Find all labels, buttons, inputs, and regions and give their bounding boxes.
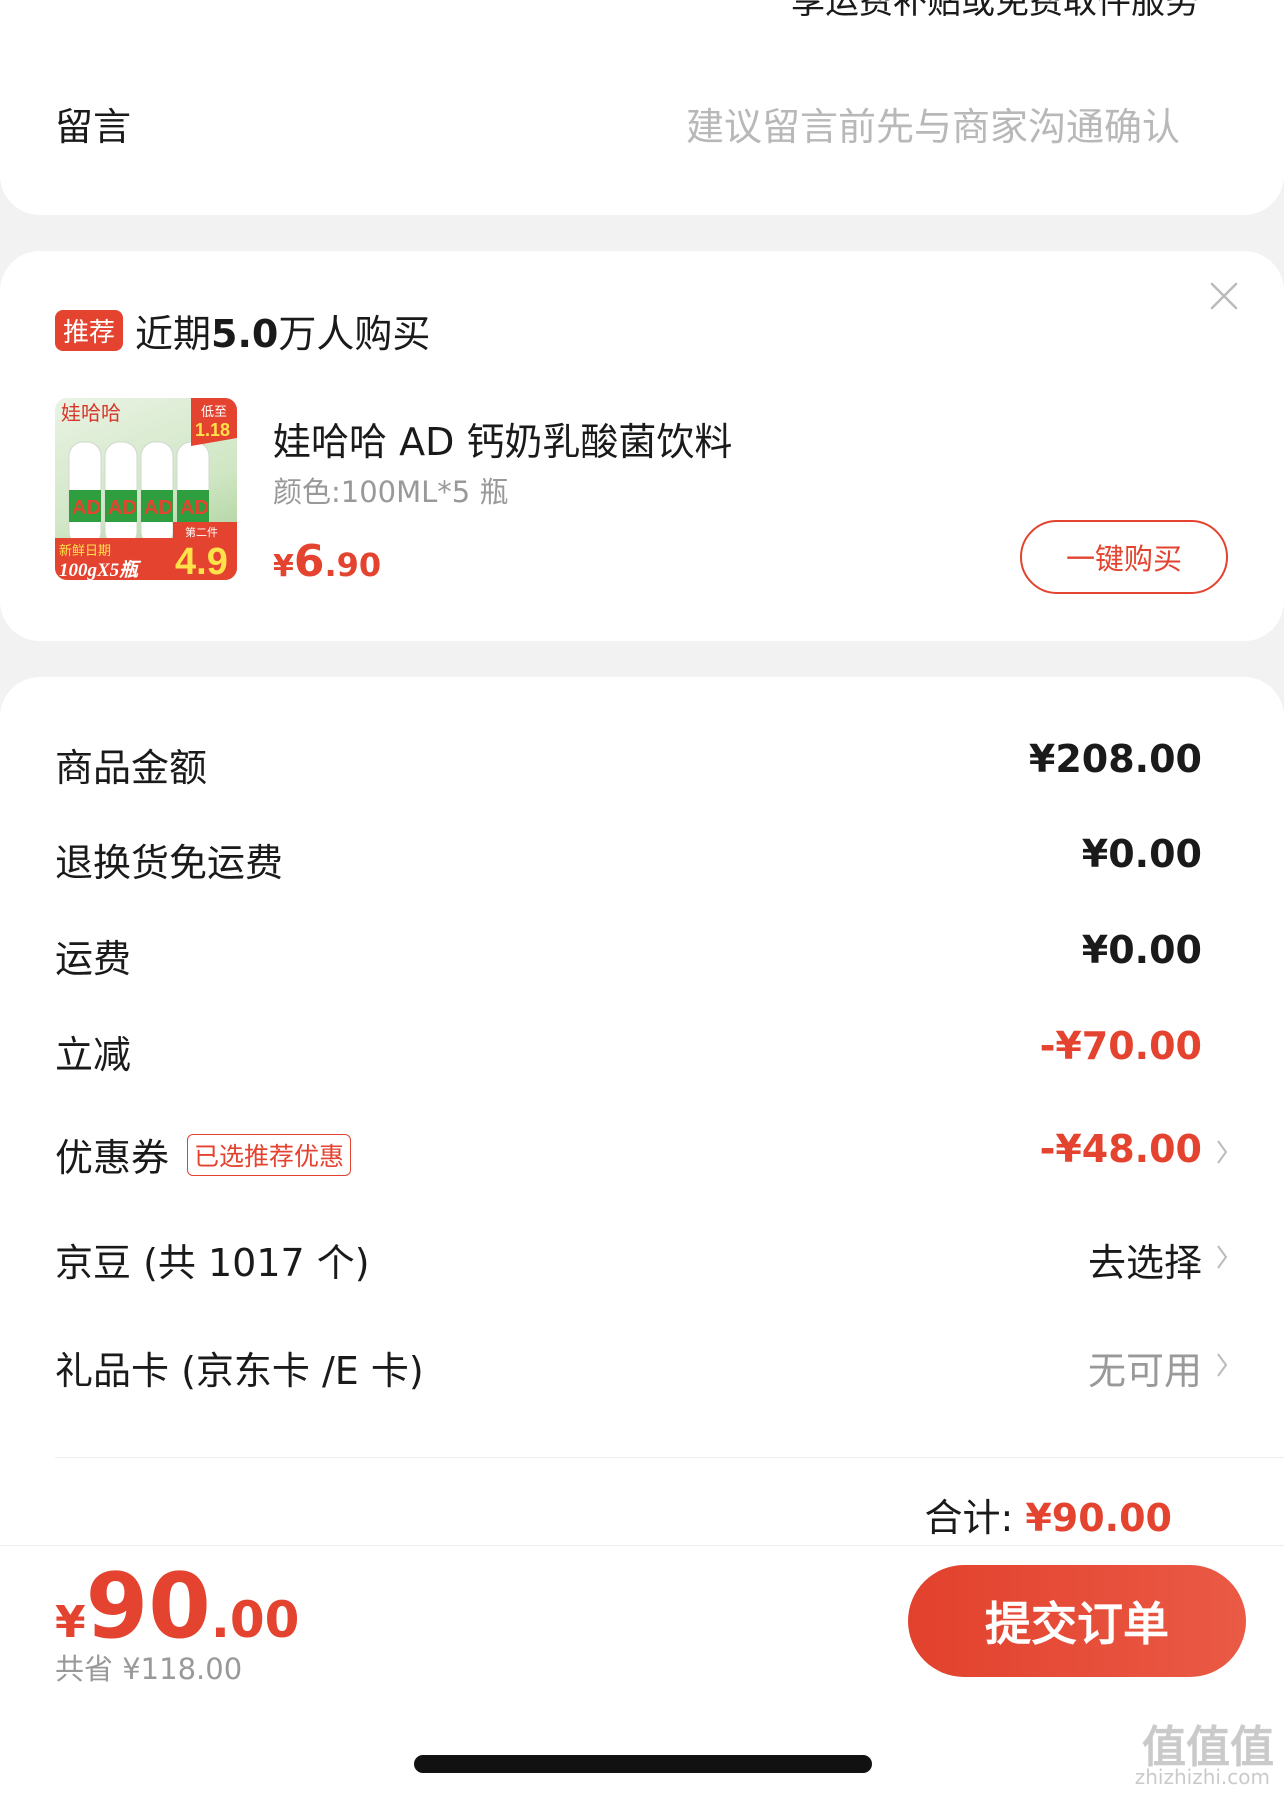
jd-beans-row[interactable]: 京豆 (共 1017 个) 去选择 [55,1232,1229,1292]
image-fresh-label: 新鲜日期 [59,543,111,559]
gift-card-label: 礼品卡 (京东卡 /E 卡) [55,1349,424,1393]
watermark-url: zhizhizhi.com [1134,1765,1270,1789]
image-big-price: 4.9 [175,541,228,580]
recommendation-header: 推荐 近期5.0万人购买 [55,303,430,358]
goods-amount-label: 商品金额 [55,746,208,790]
instant-discount-label: 立减 [55,1033,132,1077]
message-label: 留言 [55,105,132,149]
image-second-label: 第二件 [185,525,218,539]
shipping-fee-row: 运费 ¥0.00 [55,928,1229,988]
svg-text:AD: AD [108,497,137,519]
coupon-label: 优惠券 已选推荐优惠 [55,1127,352,1182]
goods-amount-row: 商品金额 ¥208.00 [55,737,1229,797]
jd-beans-label: 京豆 (共 1017 个) [55,1241,370,1285]
total-price: ¥90.00 [55,1554,300,1659]
svg-text:AD: AD [72,497,101,519]
svg-text:AD: AD [180,497,209,519]
home-indicator[interactable] [414,1755,872,1773]
image-low-label: 低至 [201,405,227,420]
message-card: 享运费补贴或免费取件服务 留言 建议留言前先与商家沟通确认 [0,0,1284,215]
instant-discount-row: 立减 -¥70.00 [55,1024,1229,1084]
shipping-fee-value: ¥0.00 [1081,928,1202,972]
gift-card-row[interactable]: 礼品卡 (京东卡 /E 卡) 无可用 [55,1340,1229,1400]
chevron-right-icon[interactable] [1215,1350,1229,1380]
submit-order-button[interactable]: 提交订单 [908,1565,1246,1677]
chevron-right-icon[interactable] [1215,1242,1229,1272]
recommendation-title: 近期5.0万人购买 [135,312,431,356]
product-name[interactable]: 娃哈哈 AD 钙奶乳酸菌饮料 [273,411,732,466]
image-low-price: 1.18 [195,420,230,440]
close-icon[interactable] [1209,281,1239,311]
one-click-buy-button[interactable]: 一键购买 [1020,520,1228,594]
bottom-bar: ¥90.00 共省 ¥118.00 提交订单 [0,1545,1284,1696]
service-info-text: 享运费补贴或免费取件服务 [791,0,1199,22]
recommend-badge: 推荐 [55,310,124,351]
image-brand-text: 娃哈哈 [61,401,121,425]
svg-text:AD: AD [144,497,173,519]
return-shipping-label: 退换货免运费 [55,841,284,885]
shipping-fee-label: 运费 [55,937,132,981]
chevron-right-icon[interactable] [1215,1137,1229,1167]
product-spec: 颜色:100ML*5 瓶 [273,475,509,509]
goods-amount-value: ¥208.00 [1028,737,1202,781]
jd-beans-value: 去选择 [1087,1241,1202,1285]
image-pack-label: 100gX5瓶 [59,559,142,580]
coupon-selected-tag: 已选推荐优惠 [187,1134,352,1176]
return-shipping-value: ¥0.00 [1081,832,1202,876]
coupon-value: -¥48.00 [1039,1127,1202,1171]
divider [55,1457,1284,1458]
coupon-row[interactable]: 优惠券 已选推荐优惠 -¥48.00 [55,1127,1229,1187]
subtotal: 合计: ¥90.00 [924,1496,1172,1540]
message-input[interactable]: 建议留言前先与商家沟通确认 [686,96,1180,151]
recommendation-card: 推荐 近期5.0万人购买 AD AD AD AD 娃哈哈 低至 1.18 新鲜日… [0,251,1284,641]
gift-card-value: 无可用 [1087,1349,1202,1393]
saved-amount: 共省 ¥118.00 [55,1652,243,1686]
product-price: ¥6.90 [273,536,382,587]
return-shipping-row: 退换货免运费 ¥0.00 [55,832,1229,892]
instant-discount-value: -¥70.00 [1039,1024,1202,1068]
product-image[interactable]: AD AD AD AD 娃哈哈 低至 1.18 新鲜日期 100gX5瓶 第二件… [55,398,237,580]
